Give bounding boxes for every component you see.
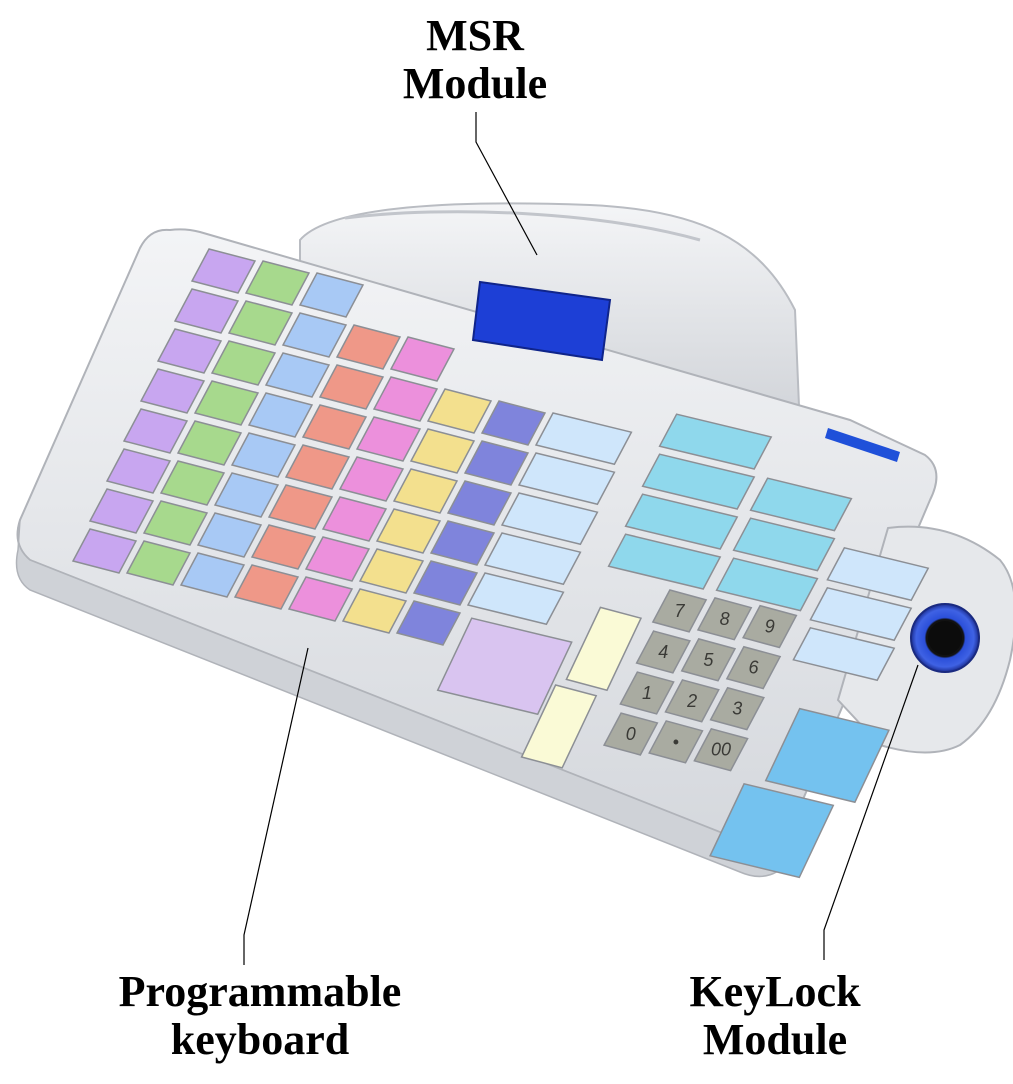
numpad-key-label: 8 — [720, 609, 730, 629]
keyboard-figure: 7 8 9 4 5 6 1 2 3 0 • 00 MSR Module Programmable ke… — [0, 0, 1013, 1079]
numpad-key-label: 5 — [703, 650, 714, 670]
numpad-key-label: 2 — [686, 691, 697, 711]
keylock-label-line2: Module — [702, 1015, 848, 1064]
numpad-key-label: 3 — [732, 699, 742, 719]
numpad-key-label: 6 — [748, 658, 759, 678]
numpad-key-label: 00 — [711, 740, 731, 760]
keyboard-illustration: 7 8 9 4 5 6 1 2 3 0 • 00 — [15, 112, 1013, 965]
numpad-key-label: 1 — [642, 683, 652, 703]
programmable-keyboard-label: Programmable keyboard — [80, 968, 440, 1064]
msr-label-line2: Module — [402, 59, 548, 108]
keyboard-label-line1: Programmable — [118, 967, 402, 1016]
numpad-key-label: 0 — [626, 724, 636, 744]
numpad-key-label: 9 — [765, 617, 775, 637]
keylock-core — [928, 621, 962, 655]
numpad-key-label: • — [673, 732, 679, 752]
keyboard-label-line2: keyboard — [170, 1015, 350, 1064]
msr-module-label: MSR Module — [380, 12, 570, 108]
numpad-key-label: 7 — [674, 601, 685, 621]
msr-label-line1: MSR — [426, 11, 524, 60]
keylock-module-label: KeyLock Module — [650, 968, 900, 1064]
numpad-key-label: 4 — [658, 642, 668, 662]
keylock-label-line1: KeyLock — [689, 967, 861, 1016]
